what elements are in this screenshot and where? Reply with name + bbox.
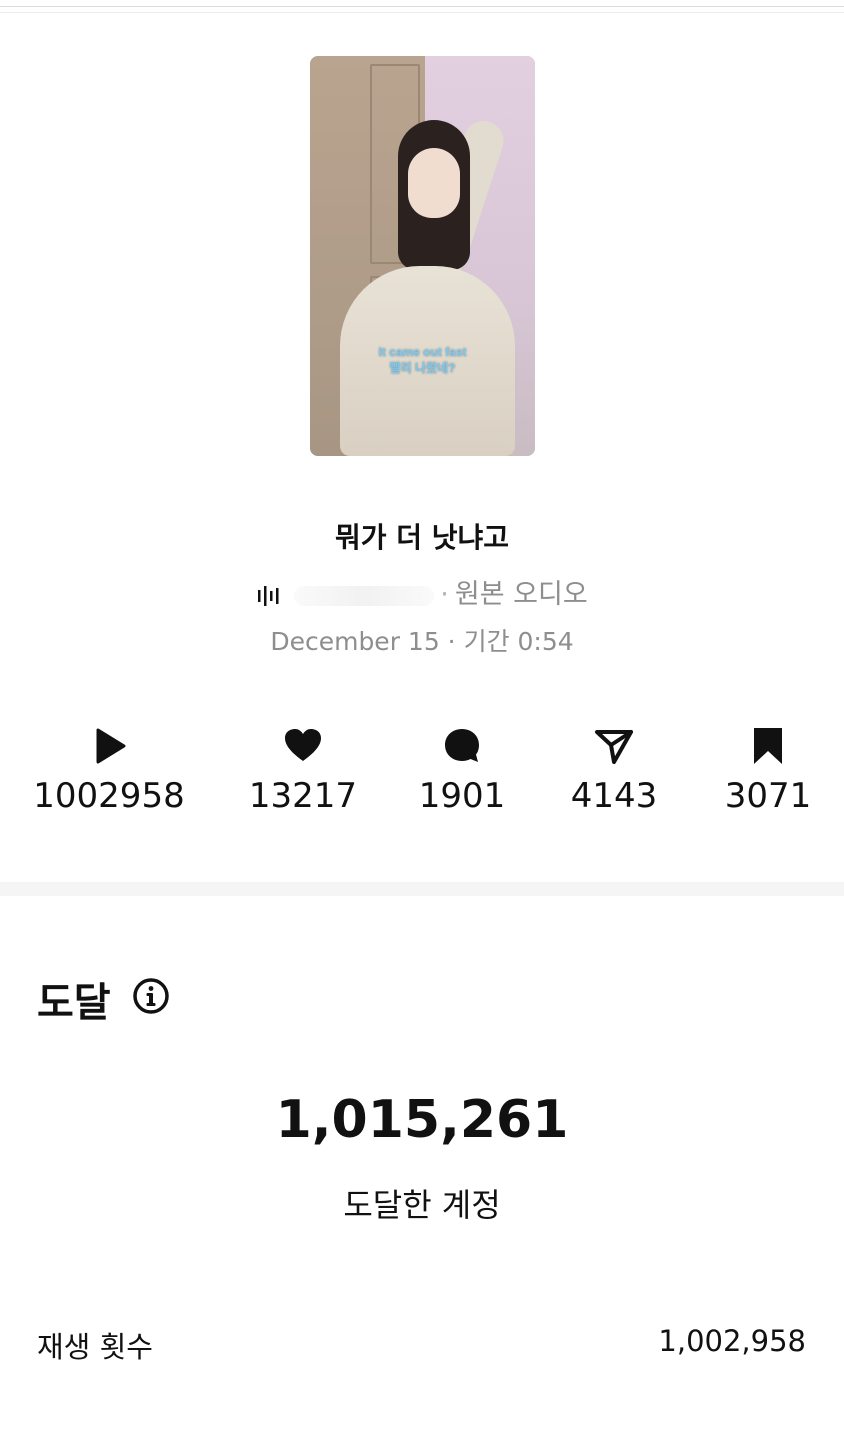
reel-title: 뭐가 더 낫냐고	[334, 521, 510, 554]
plays-label: 재생 횟수	[37, 1330, 153, 1364]
section-divider	[0, 882, 844, 896]
top-divider	[0, 6, 844, 7]
thumb-face	[408, 148, 460, 218]
comment-icon	[445, 729, 479, 762]
heart-icon	[285, 729, 321, 761]
stat-saves-value: 3071	[724, 776, 812, 816]
stat-saves: 3071	[688, 726, 844, 816]
info-icon[interactable]	[132, 977, 170, 1015]
date-duration: December 15 · 기간 0:54	[270, 627, 574, 656]
share-icon	[595, 730, 633, 764]
audio-account-blurred	[294, 585, 435, 606]
reach-section-title: 도달	[37, 980, 111, 1026]
reel-thumbnail[interactable]: It came out fast 빨리 나왔네?	[310, 56, 535, 456]
thumb-subtitle-ko: 빨리 나왔네?	[389, 361, 456, 375]
play-icon	[96, 728, 126, 764]
stat-likes: 13217	[223, 726, 383, 816]
thumb-subtitle: It came out fast 빨리 나왔네?	[310, 344, 535, 376]
audio-row[interactable]: · 원본 오디오	[0, 572, 844, 612]
plays-value: 1,002,958	[658, 1324, 806, 1358]
thumb-subtitle-en: It came out fast	[378, 345, 467, 359]
stat-plays: 1002958	[29, 726, 189, 816]
stat-likes-value: 13217	[248, 776, 358, 816]
stat-shares-value: 4143	[570, 776, 658, 816]
audio-label: 원본 오디오	[454, 579, 588, 610]
accounts-reached-value: 1,015,261	[275, 1090, 569, 1150]
top-divider-secondary	[0, 12, 844, 13]
reel-insights-page: It came out fast 빨리 나왔네? 뭐가 더 낫냐고 · 원본 오디…	[0, 0, 844, 1440]
bookmark-icon	[754, 728, 782, 764]
stat-comments: 1901	[382, 726, 542, 816]
audio-wave-icon	[258, 585, 279, 606]
stat-shares: 4143	[534, 726, 694, 816]
stat-comments-value: 1901	[418, 776, 506, 816]
accounts-reached-label: 도달한 계정	[343, 1186, 501, 1224]
stats-row: 1002958 13217 1901 4143 3071	[0, 726, 844, 826]
audio-separator-dot: ·	[440, 579, 449, 610]
stat-plays-value: 1002958	[33, 776, 185, 816]
